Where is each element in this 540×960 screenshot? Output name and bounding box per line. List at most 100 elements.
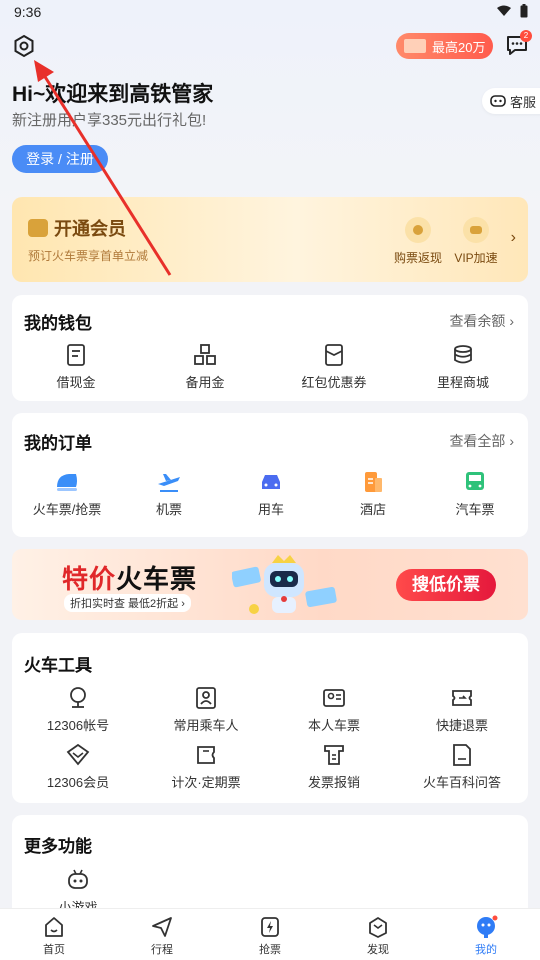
status-time: 9:36 [14,4,42,20]
order-item-label: 汽车票 [455,502,495,517]
banner-title: 特价火车票 [62,559,197,596]
gift-icon [404,39,426,53]
plane-icon [158,474,180,492]
order-item-label: 机票 [155,502,182,517]
customer-service-label: 客服 [510,94,537,110]
tool-item-label: 12306会员 [46,775,110,790]
envelope-icon [325,344,343,366]
tool-item-invoice[interactable]: 发票报销 [279,742,389,791]
wallet-item-coupons[interactable]: 红包优惠券 [279,342,389,391]
tool-item-12306-member[interactable]: 12306会员 [23,742,133,791]
vip-benefit-speed[interactable]: VIP加速 [446,217,506,266]
profile-icon [477,915,498,938]
tab-trips[interactable]: 行程 [132,915,192,957]
settings-icon[interactable] [12,34,36,58]
wallet-item-label: 里程商城 [436,375,489,390]
tool-item-label: 快捷退票 [435,718,488,733]
login-register-button[interactable]: 登录 / 注册 [12,145,108,173]
tab-label: 首页 [43,944,65,956]
wallet-item-label: 借现金 [56,375,96,390]
status-bar: 9:36 [0,0,540,26]
cash-doc-icon [67,344,85,366]
home-icon [45,917,63,937]
mascot-robot-illustration [232,555,337,614]
tab-home[interactable]: 首页 [24,915,84,957]
orders-more-label: 查看全部 [449,433,506,449]
tool-item-label: 本人车票 [307,718,360,733]
tab-label: 行程 [151,944,173,956]
speed-icon [463,217,489,243]
promo-pill[interactable]: 最高20万 [396,33,493,59]
tool-item-train-wiki[interactable]: 火车百科问答 [407,742,517,791]
vip-benefit-cashback[interactable]: 购票返现 [388,217,448,266]
search-cheap-ticket-button[interactable]: 搜低价票 [396,569,496,601]
tool-item-own-tickets[interactable]: 本人车票 [279,685,389,734]
vip-card[interactable]: 开通会员 预订火车票享首单立减 购票返现 VIP加速 › [12,197,528,282]
game-icon [68,869,88,889]
wallet-item-mileage-mall[interactable]: 里程商城 [408,342,518,391]
chevron-right-icon: › [510,229,516,246]
tool-item-count-periodic-ticket[interactable]: 计次·定期票 [151,742,261,791]
wiki-icon [453,744,471,766]
order-item-bus[interactable]: 汽车票 [420,469,530,518]
wallet-item-cash[interactable]: 借现金 [21,342,131,391]
banner-title-red: 特价 [62,564,117,594]
trip-icon [152,917,172,937]
tab-grab-ticket[interactable]: 抢票 [240,915,300,957]
tab-label: 发现 [367,944,389,956]
order-item-label: 火车票/抢票 [32,502,102,517]
order-item-train[interactable]: 火车票/抢票 [12,469,122,518]
bottom-tab-bar: 首页 行程 抢票 发现 我的 [0,908,540,960]
vip-crown-icon [28,219,48,237]
banner-subtitle: 折扣实时查 最低2折起 › [64,594,191,612]
orders-more-link[interactable]: 查看全部 › [449,431,514,451]
tab-discover[interactable]: 发现 [348,915,408,957]
wifi-icon [497,5,511,16]
vip-diamond-icon [66,743,90,766]
tab-label: 抢票 [259,944,281,956]
count-ticket-icon [197,746,215,764]
tab-label: 我的 [475,944,497,956]
vip-description: 预订火车票享首单立减 [28,249,149,263]
battery-icon [520,4,528,18]
account-icon [70,687,86,708]
order-item-hotel[interactable]: 酒店 [318,469,428,518]
orders-title: 我的订单 [24,434,92,453]
train-tools-card: 火车工具 12306帐号 常用乘车人 本人车票 快捷退票 12306会员 计次·… [12,633,528,803]
orders-card: 我的订单 查看全部 › 火车票/抢票 机票 用车 酒店 汽车票 [12,413,528,537]
discover-icon [369,917,387,938]
invoice-icon [324,745,344,765]
wallet-card: 我的钱包 查看余额 › 借现金 备用金 红包优惠券 里程商城 [12,295,528,401]
vip-benefit-label: VIP加速 [454,251,498,265]
wallet-more-label: 查看余额 [449,313,506,329]
hotel-icon [365,472,382,492]
welcome-title: Hi~欢迎来到高铁管家 [12,83,214,106]
tool-item-label: 12306帐号 [46,718,110,733]
message-badge: 2 [520,30,532,42]
tool-item-label: 发票报销 [307,775,360,790]
cheap-train-ticket-banner[interactable]: 特价火车票 折扣实时查 最低2折起 › 搜低价票 [12,549,528,620]
bus-icon [466,472,484,490]
order-item-label: 用车 [257,502,284,517]
coin-icon [405,217,431,243]
customer-service-button[interactable]: 客服 [482,88,540,114]
tool-item-frequent-passengers[interactable]: 常用乘车人 [151,685,261,734]
tools-title: 火车工具 [24,656,92,675]
wallet-more-link[interactable]: 查看余额 › [449,311,514,331]
id-ticket-icon [323,689,345,707]
tool-item-quick-refund[interactable]: 快捷退票 [407,685,517,734]
vip-title: 开通会员 [54,219,126,239]
wallet-item-label: 备用金 [185,375,225,390]
grab-ticket-icon [261,917,279,937]
more-functions-title: 更多功能 [24,837,92,856]
vip-benefit-label: 购票返现 [393,251,442,265]
coins-stack-icon [454,345,472,364]
wallet-item-label: 红包优惠券 [301,375,367,390]
tool-item-12306-account[interactable]: 12306帐号 [23,685,133,734]
order-item-car[interactable]: 用车 [216,469,326,518]
promo-label: 最高20万 [432,39,486,55]
order-item-flight[interactable]: 机票 [114,469,224,518]
tab-profile[interactable]: 我的 [456,915,516,957]
tool-item-label: 常用乘车人 [173,718,239,733]
wallet-item-reserve[interactable]: 备用金 [150,342,260,391]
